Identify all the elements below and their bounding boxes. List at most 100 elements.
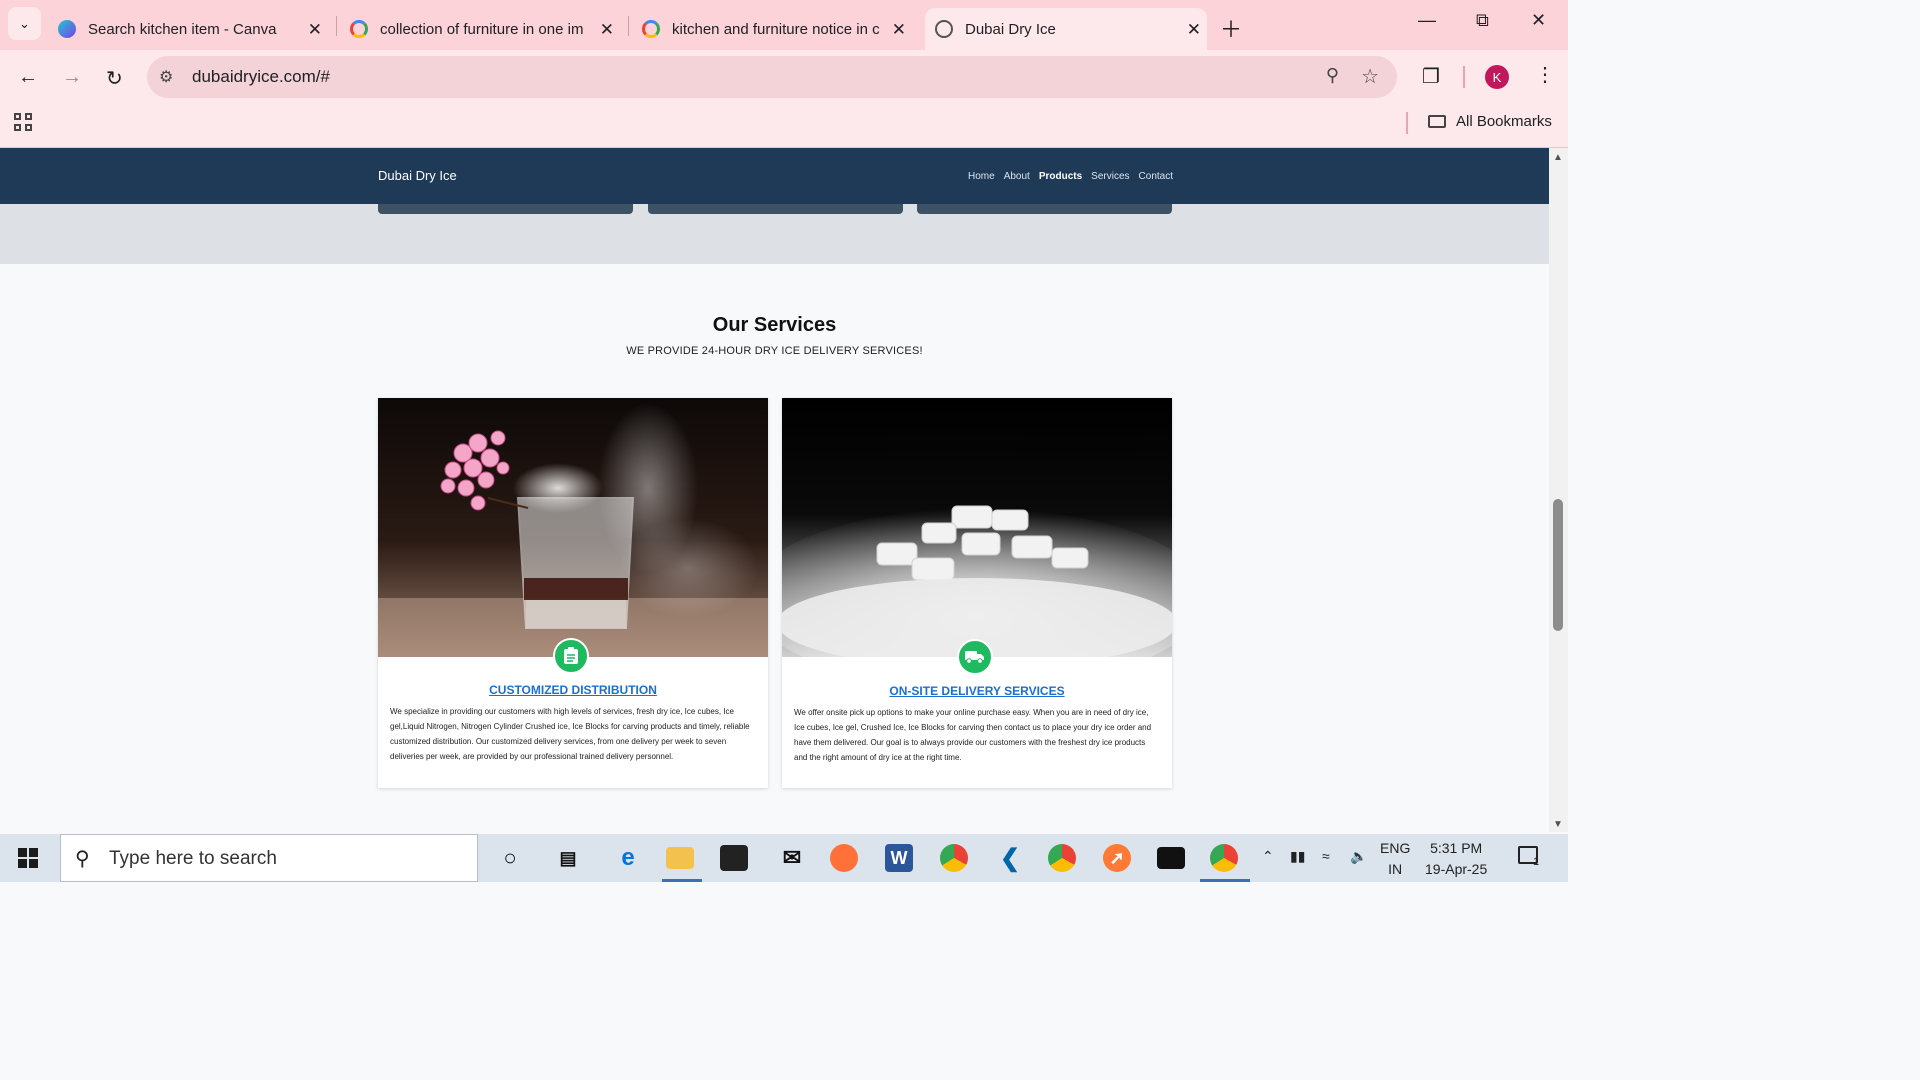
terminal-icon[interactable] [1157,847,1185,869]
close-icon[interactable]: ✕ [1187,20,1201,40]
tab-divider [628,16,629,36]
clock-time: 5:31 PM [1430,840,1483,856]
minimize-button[interactable]: — [1418,10,1436,31]
word-icon[interactable]: W [885,844,913,872]
service-description: We specialize in providing our customers… [390,707,750,761]
site-brand[interactable]: Dubai Dry Ice [378,168,457,183]
zoom-icon[interactable]: ⚲ [1326,65,1339,86]
forward-button[interactable]: → [62,66,82,89]
back-button[interactable]: ← [18,66,38,89]
service-description: We offer onsite pick up options to make … [794,708,1152,762]
more-menu-icon[interactable]: ⋮ [1535,62,1555,87]
all-bookmarks-button[interactable]: All Bookmarks [1428,113,1552,130]
tab-title: Dubai Dry Ice [965,20,1056,38]
active-indicator [1200,879,1250,882]
reload-button[interactable]: ↻ [106,66,123,91]
taskbar-search[interactable]: ⚲ Type here to search [60,834,478,882]
clock-date: 19-Apr-25 [1425,861,1488,877]
scrollbar-thumb[interactable] [1553,499,1563,631]
battery-icon[interactable]: ▮▮ [1290,848,1305,865]
new-tab-button[interactable]: ＋ [1220,12,1242,44]
browser-toolbar: ← → ↻ ⚙ dubaidryice.com/# ⚲ ☆ ❐ K ⋮ [0,50,1568,104]
postman-icon[interactable]: ➚ [1103,844,1131,872]
tab-strip: ⌄ Search kitchen item - Canva ✕ collecti… [0,0,1568,50]
services-heading: Our Services [712,314,837,336]
google-icon [350,20,368,38]
chrome-icon[interactable] [940,844,968,872]
scroll-up-icon[interactable]: ▲ [1553,152,1563,163]
folder-icon [1428,115,1446,128]
close-icon[interactable]: ✕ [308,20,322,40]
scroll-down-icon[interactable]: ▼ [1553,819,1563,830]
site-info-icon[interactable]: ⚙ [159,67,173,87]
bookmark-star-icon[interactable]: ☆ [1361,64,1379,89]
volume-icon[interactable]: 🔈 [1350,848,1367,865]
address-bar[interactable]: ⚙ dubaidryice.com/# ⚲ ☆ [147,56,1397,98]
firefox-icon[interactable] [830,844,858,872]
tab-dubai-dry-ice[interactable]: Dubai Dry Ice ✕ [925,8,1207,50]
all-bookmarks-label: All Bookmarks [1456,113,1552,130]
tab-title: kitchen and furniture notice in c [672,20,880,38]
close-icon[interactable]: ✕ [600,20,614,40]
clipboard-icon [553,638,589,674]
extensions-icon[interactable]: ❐ [1422,64,1440,89]
product-card-bottom [378,204,633,214]
edge-icon[interactable]: e [612,842,644,874]
close-icon[interactable]: ✕ [892,20,906,40]
dry-ice-drink-photo [378,398,768,657]
nav-contact[interactable]: Contact [1139,171,1173,182]
service-card-distribution: CUSTOMIZED DISTRIBUTION We specialize in… [378,398,768,788]
chrome-active-icon[interactable] [1210,844,1238,872]
tab-title: Search kitchen item - Canva [88,20,277,38]
cortana-icon[interactable]: ○ [494,842,526,874]
file-explorer-icon[interactable] [666,847,694,869]
nav-about[interactable]: About [1004,171,1030,182]
site-navbar: Dubai Dry Ice Home About Products Servic… [0,148,1549,204]
mail-icon[interactable]: ✉ [776,842,808,874]
wifi-icon[interactable]: ≈ [1322,848,1330,864]
nav-home[interactable]: Home [968,171,995,182]
show-hidden-icons[interactable]: ⌃ [1262,848,1274,865]
restore-button[interactable]: ⧉ [1476,10,1489,31]
system-clock[interactable]: 5:31 PM 19-Apr-25 [1425,838,1487,880]
truck-icon [957,639,993,675]
windows-taskbar: ⚲ Type here to search ○ ▤ e ✉ W ❮ ➚ ⌃ ▮▮… [0,834,1568,882]
bookmarks-divider [1406,112,1408,134]
windows-start-icon[interactable] [18,848,38,868]
chevron-down-icon: ⌄ [19,15,30,31]
search-icon: ⚲ [75,848,90,870]
service-title-link[interactable]: CUSTOMIZED DISTRIBUTION [378,683,768,697]
product-card-bottom [917,204,1172,214]
globe-icon [935,20,953,38]
chrome-profile-icon[interactable] [1048,844,1076,872]
tab-canva[interactable]: Search kitchen item - Canva ✕ [58,8,328,50]
site-menu: Home About Products Services Contact [968,171,1182,182]
tab-furniture[interactable]: collection of furniture in one im ✕ [350,8,620,50]
profile-avatar[interactable]: K [1485,65,1509,89]
page-viewport: Dubai Dry Ice Home About Products Servic… [0,148,1549,832]
lang-region: IN [1388,861,1403,877]
nav-services[interactable]: Services [1091,171,1129,182]
close-window-button[interactable]: ✕ [1531,10,1546,31]
lang-code: ENG [1380,840,1411,856]
services-subheading: WE PROVIDE 24-HOUR DRY ICE DELIVERY SERV… [626,345,923,357]
bookmarks-bar: All Bookmarks [0,104,1568,148]
vscode-icon[interactable]: ❮ [994,842,1026,874]
tab-title: collection of furniture in one im [380,20,584,38]
notification-count: 1 [1533,856,1540,868]
google-icon [642,20,660,38]
active-indicator [662,879,702,882]
store-icon[interactable] [720,845,748,871]
tab-search-button[interactable]: ⌄ [8,7,41,40]
tab-divider [336,16,337,36]
language-indicator[interactable]: ENG IN [1380,838,1410,880]
page-scrollbar[interactable]: ▲ ▼ [1549,148,1568,832]
tab-kitchen[interactable]: kitchen and furniture notice in c ✕ [642,8,912,50]
nav-products[interactable]: Products [1039,171,1082,182]
search-placeholder: Type here to search [109,848,277,869]
apps-grid-icon[interactable] [14,113,34,133]
task-view-icon[interactable]: ▤ [552,842,584,874]
url-text: dubaidryice.com/# [192,67,330,86]
dry-ice-pile-photo [782,398,1172,657]
service-title-link[interactable]: ON-SITE DELIVERY SERVICES [782,684,1172,698]
